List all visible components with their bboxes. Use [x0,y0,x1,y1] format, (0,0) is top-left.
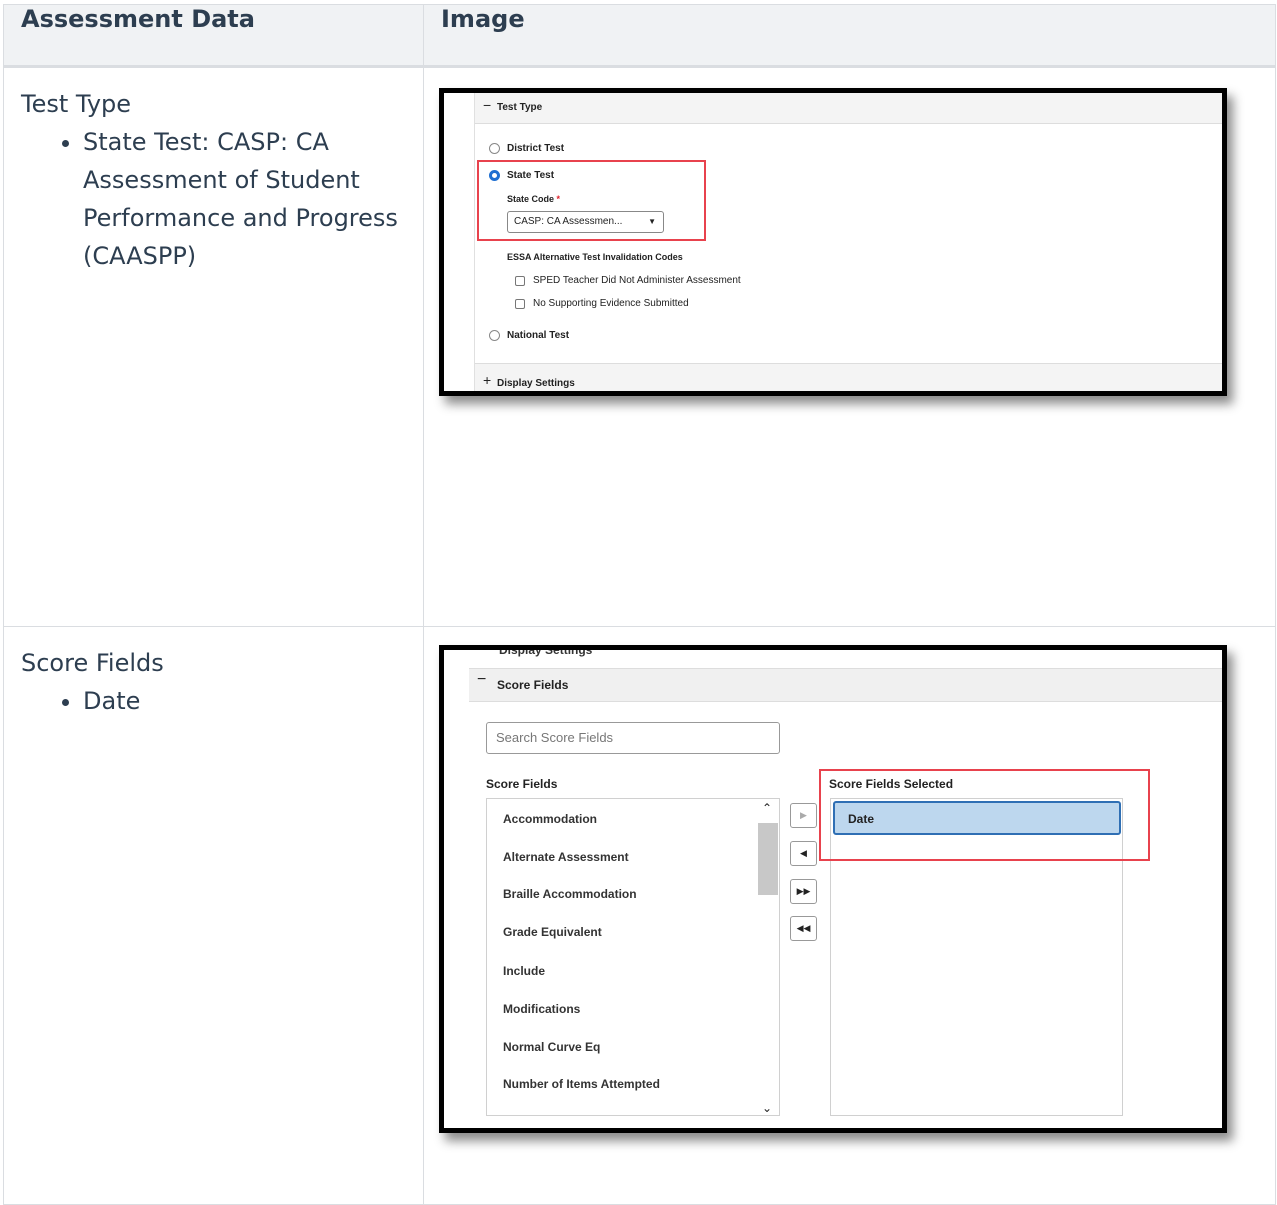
available-fields-label: Score Fields [486,777,558,791]
scrollbar-thumb[interactable] [758,823,778,895]
no-evidence-checkbox[interactable] [515,299,525,309]
list-item[interactable]: Alternate Assessment [503,850,629,864]
image-cell: − Test Type District Test State Test Sta… [423,66,1276,627]
table-row: Score Fields Date Display Settings − Sco… [3,626,1276,1205]
list-item[interactable]: Include [503,964,545,978]
test-type-section-header[interactable]: − Test Type [475,93,1222,124]
dropdown-arrow-icon: ▼ [648,217,656,226]
list-item: Date [83,682,406,720]
state-code-select[interactable]: CASP: CA Assessmen... ▼ [507,211,664,233]
move-right-button[interactable]: ▶ [790,803,817,828]
required-mark: * [556,194,561,204]
national-test-label: National Test [507,330,570,341]
cut-off-title: Display Settings [499,645,593,657]
display-settings-label: Display Settings [497,378,575,389]
list-item[interactable]: Number of Items Attempted [503,1077,660,1091]
score-fields-cell: Score Fields Date [3,626,424,1205]
state-test-label: State Test [507,170,555,181]
header-image: Image [423,4,1276,68]
national-test-radio[interactable] [489,330,500,341]
expand-icon: + [483,372,492,388]
list-item[interactable]: Modifications [503,1002,580,1016]
display-settings-header[interactable]: + Display Settings [475,363,1222,391]
sped-checkbox-label: SPED Teacher Did Not Administer Assessme… [533,275,741,286]
chevron-down-icon[interactable]: ⌄ [762,1101,772,1115]
search-score-fields-input[interactable]: Search Score Fields [486,722,780,754]
section-title: Score Fields [497,678,569,692]
list-item[interactable]: Grade Equivalent [503,925,602,939]
chevron-up-icon[interactable]: ⌃ [762,801,772,815]
image-cell: Display Settings − Score Fields Search S… [423,626,1276,1205]
move-left-button[interactable]: ◀ [790,841,817,866]
table-row: Test Type State Test: CASP: CA Assessmen… [3,66,1276,627]
essa-label: ESSA Alternative Test Invalidation Codes [507,252,683,262]
district-test-radio[interactable] [489,143,500,154]
state-code-value: CASP: CA Assessmen... [514,216,623,227]
list-item[interactable]: Braille Accommodation [503,887,637,901]
row-title: Score Fields [21,649,164,677]
district-test-label: District Test [507,143,565,154]
score-fields-section-header[interactable]: − Score Fields [469,668,1222,702]
list-scrollbar[interactable]: ⌃ ⌄ [757,799,779,1115]
no-evidence-checkbox-label: No Supporting Evidence Submitted [533,298,689,309]
assessment-table: Assessment Data Image Test Type State Te… [3,4,1276,1205]
list-item: State Test: CASP: CA Assessment of Stude… [83,123,406,275]
collapse-icon: − [477,671,487,688]
bullet-list: Date [21,682,406,720]
row-title: Test Type [21,90,132,118]
highlight-box [819,769,1150,861]
test-type-cell: Test Type State Test: CASP: CA Assessmen… [3,66,424,627]
list-item[interactable]: Normal Curve Eq [503,1040,600,1054]
collapse-icon: − [483,97,492,113]
bullet-list: State Test: CASP: CA Assessment of Stude… [21,123,406,275]
move-all-left-button[interactable]: ◀◀ [790,916,817,941]
score-fields-screenshot: Display Settings − Score Fields Search S… [439,645,1227,1133]
sped-checkbox[interactable] [515,276,525,286]
section-title: Test Type [497,102,543,113]
state-test-radio[interactable] [489,170,500,181]
test-type-screenshot: − Test Type District Test State Test Sta… [439,88,1227,396]
list-item[interactable]: Accommodation [503,812,597,826]
move-all-right-button[interactable]: ▶▶ [790,879,817,904]
state-code-label: State Code * [507,194,561,204]
header-assessment-data: Assessment Data [3,4,424,68]
available-fields-list[interactable]: Accommodation Alternate Assessment Brail… [486,798,780,1116]
